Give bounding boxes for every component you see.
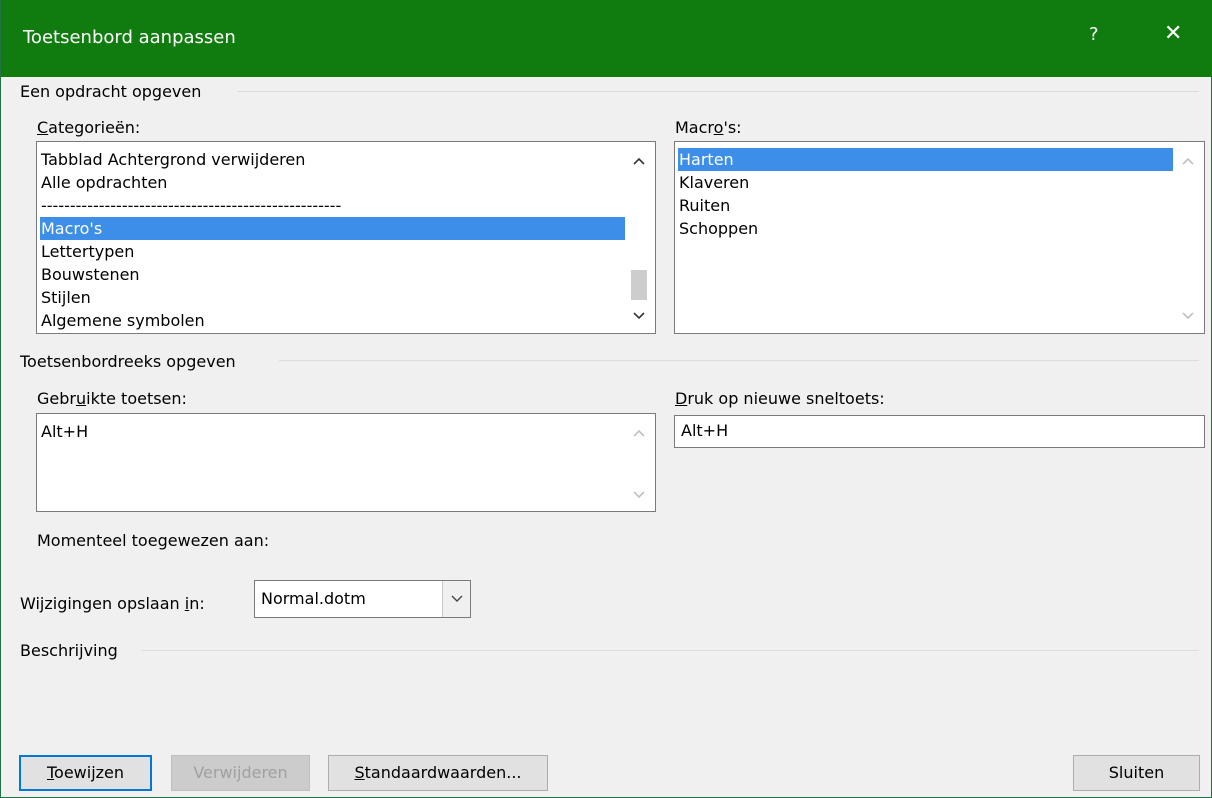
chevron-down-icon[interactable] <box>442 581 470 617</box>
description-area <box>20 665 1200 735</box>
section-command-label: Een opdracht opgeven <box>20 82 202 101</box>
close-button[interactable]: Sluiten <box>1073 755 1200 791</box>
assign-button[interactable]: Toewijzen <box>19 755 152 791</box>
current-keys-listbox[interactable]: Alt+H <box>36 413 656 512</box>
save-in-value: Normal.dotm <box>261 589 366 608</box>
close-icon[interactable]: ✕ <box>1164 21 1182 46</box>
help-button[interactable]: ? <box>1089 24 1099 45</box>
categories-item-selected[interactable]: Macro's <box>40 217 625 240</box>
section-divider <box>237 91 1199 92</box>
remove-button[interactable]: Verwijderen <box>171 755 310 791</box>
scroll-thumb[interactable] <box>631 270 647 300</box>
reset-defaults-button[interactable]: Standaardwaarden... <box>328 755 548 791</box>
macros-label: Macro's: <box>675 118 742 137</box>
save-in-label: Wijzigingen opslaan in: <box>20 594 205 613</box>
section-divider <box>279 360 1199 361</box>
scroll-down-icon[interactable] <box>1176 305 1200 327</box>
section-description-label: Beschrijving <box>20 641 118 660</box>
categories-item[interactable]: Tabblad Achtergrond verwijderen <box>40 148 625 171</box>
macros-item[interactable]: Klaveren <box>678 171 1173 194</box>
scroll-down-icon[interactable] <box>627 305 651 327</box>
categories-item[interactable]: ----------------------------------------… <box>40 194 625 217</box>
section-keys-label: Toetsenbordreeks opgeven <box>20 352 236 371</box>
customize-keyboard-dialog: Toetsenbord aanpassen ? ✕ Een opdracht o… <box>0 0 1212 798</box>
macros-item-selected[interactable]: Harten <box>678 148 1173 171</box>
categories-listbox[interactable]: Tabblad Achtergrond verwijderen Alle opd… <box>36 141 656 334</box>
macros-listbox[interactable]: Harten Klaveren Ruiten Schoppen <box>674 141 1205 334</box>
scroll-up-icon[interactable] <box>627 422 651 444</box>
categories-item[interactable]: Bouwstenen <box>40 263 625 286</box>
new-shortcut-label: Druk op nieuwe sneltoets: <box>675 389 885 408</box>
categories-item[interactable]: Alle opdrachten <box>40 171 625 194</box>
scroll-down-icon[interactable] <box>627 484 651 506</box>
currently-assigned-label: Momenteel toegewezen aan: <box>37 531 270 550</box>
categories-label: Categorieën: <box>37 118 141 137</box>
macros-scrollbar[interactable] <box>1176 142 1200 333</box>
current-keys-label: Gebruikte toetsen: <box>37 389 187 408</box>
save-in-dropdown[interactable]: Normal.dotm <box>254 580 471 618</box>
scroll-up-icon[interactable] <box>627 150 651 172</box>
categories-item[interactable]: Algemene symbolen <box>40 309 625 332</box>
categories-item[interactable]: Lettertypen <box>40 240 625 263</box>
current-keys-scrollbar[interactable] <box>627 414 651 511</box>
categories-item[interactable]: Stijlen <box>40 286 625 309</box>
current-keys-item[interactable]: Alt+H <box>40 420 625 443</box>
new-shortcut-input[interactable]: Alt+H <box>674 415 1205 448</box>
macros-item[interactable]: Schoppen <box>678 217 1173 240</box>
categories-scrollbar[interactable] <box>627 142 651 333</box>
macros-item[interactable]: Ruiten <box>678 194 1173 217</box>
dialog-title: Toetsenbord aanpassen <box>23 27 236 48</box>
section-divider <box>141 650 1199 651</box>
scroll-up-icon[interactable] <box>1176 150 1200 172</box>
title-bar: Toetsenbord aanpassen ? ✕ <box>1 0 1212 77</box>
new-shortcut-value: Alt+H <box>681 421 729 440</box>
